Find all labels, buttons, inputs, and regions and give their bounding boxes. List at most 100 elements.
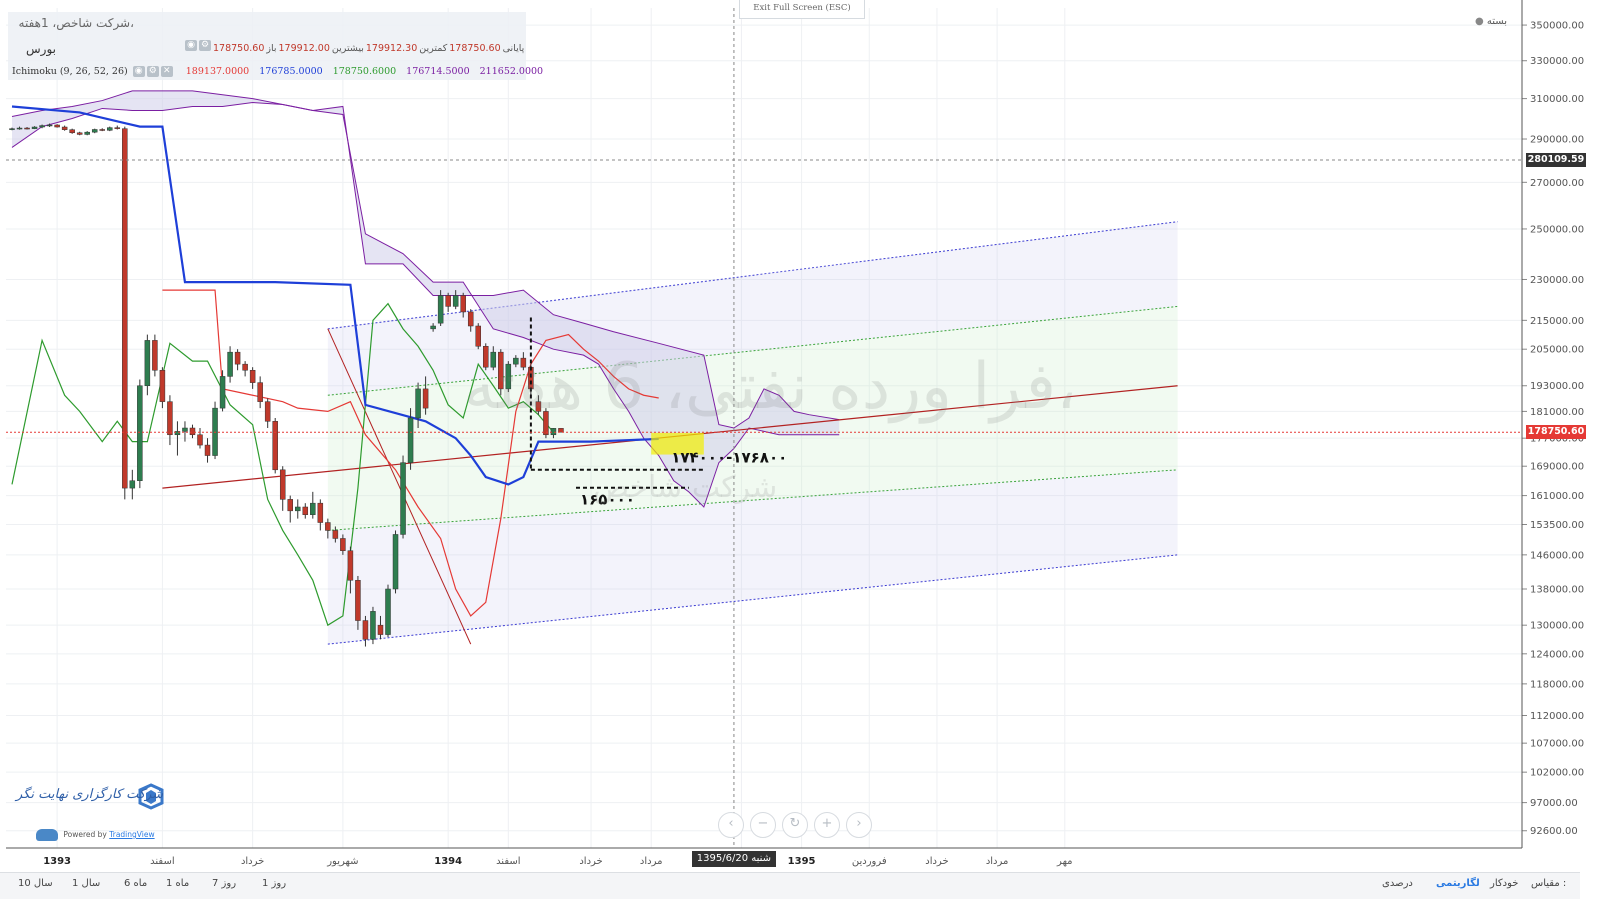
eye-icon[interactable]: ◉ — [132, 66, 145, 77]
bottom-toolbar: 1 روز 7 روز 1 ماه 6 ماه 1 سال 10 سال مقیاس : خو… — [0, 872, 1580, 899]
candle — [483, 343, 489, 371]
y-tick-label: 193000.00 — [1530, 381, 1584, 392]
candle — [212, 401, 218, 460]
candle-body — [370, 611, 376, 640]
reset-button[interactable]: ↻ — [782, 812, 808, 838]
ohlc-label: بیشترین — [331, 43, 364, 54]
candle — [91, 128, 98, 134]
zoom-in-button[interactable]: + — [814, 812, 840, 838]
candle-body — [9, 128, 15, 130]
scroll-right-button[interactable]: › — [846, 812, 872, 838]
tradingview-link[interactable]: TradingView — [109, 830, 154, 839]
candle — [505, 361, 512, 393]
candle-body — [76, 132, 83, 135]
exchange-name: بورس — [26, 42, 56, 56]
candle-body — [84, 131, 90, 135]
candle — [475, 323, 481, 350]
timeframe-button[interactable]: 7 روز — [212, 878, 236, 889]
candle — [400, 455, 406, 539]
candle — [264, 398, 271, 428]
candle-body — [377, 624, 384, 635]
indicator-name: Ichimoku (9, 26, 52, 26) — [12, 66, 128, 77]
target-label: ۱۶۵۰۰۰ — [580, 491, 635, 509]
candle-body — [475, 325, 481, 347]
candle — [234, 349, 241, 371]
gear-icon[interactable]: ⚙ — [199, 40, 211, 51]
timeframe-button[interactable]: 1 سال — [72, 878, 100, 889]
candle-body — [310, 502, 316, 515]
symbol-title: شرکت شاخص، 1هفته، — [18, 16, 134, 30]
candle — [114, 125, 121, 130]
candle-body — [325, 522, 331, 531]
candle — [498, 349, 504, 396]
candle-body — [490, 351, 497, 368]
crosshair-date-label: شنبه 1395/6/20 — [691, 851, 776, 867]
candle-body — [385, 588, 391, 635]
candle-body — [483, 345, 489, 368]
y-tick-label: 161000.00 — [1530, 491, 1584, 502]
candle-body — [242, 363, 248, 371]
candle-body — [400, 462, 406, 535]
x-tick-label: خرداد — [925, 856, 948, 867]
tradingview-cloud-icon — [36, 829, 58, 841]
candle-body — [114, 127, 121, 129]
timeframe-button[interactable]: 1 ماه — [166, 878, 189, 889]
y-tick-label: 250000.00 — [1530, 224, 1584, 235]
x-tick-label: اسفند — [150, 856, 174, 867]
candle-body — [332, 530, 339, 539]
candle-body — [189, 427, 196, 436]
ohlc-label: کمترین — [419, 43, 448, 54]
candle-body — [167, 401, 173, 436]
candle — [107, 126, 113, 132]
indicator-value: 176714.5000 — [406, 66, 470, 77]
candle — [272, 417, 278, 474]
ohlc-label: باز — [266, 43, 277, 54]
chart-navigation: ‹ − ↻ + › — [718, 812, 878, 838]
candle-body — [392, 534, 399, 590]
timeframe-button[interactable]: 1 روز — [262, 878, 286, 889]
candle-body — [302, 506, 309, 515]
candle-body — [249, 369, 256, 383]
candle — [302, 503, 309, 519]
gear-icon[interactable]: ⚙ — [146, 66, 159, 77]
y-tick-label: 146000.00 — [1530, 550, 1584, 561]
price-chart[interactable]: ۱۷۴۰۰۰-۱۷۶۸۰۰ ۱۶۵۰۰۰ 92600.00 97000.00 1020… — [0, 0, 1600, 900]
candle-body — [39, 125, 45, 128]
zoom-out-button[interactable]: − — [750, 812, 776, 838]
ohlc-value: 179912.00 — [278, 43, 330, 54]
candle-body — [279, 469, 286, 500]
scale-option[interactable]: درصدی — [1382, 878, 1413, 889]
broker-name: شرکت کارگزاری نهایت نگر — [16, 787, 164, 802]
candle-body — [460, 295, 466, 313]
close-icon[interactable]: ✕ — [160, 66, 173, 77]
timeframe-button[interactable]: 6 ماه — [124, 878, 147, 889]
y-tick-label: 215000.00 — [1530, 316, 1584, 327]
candle-body — [422, 388, 429, 409]
candle-body — [257, 382, 263, 402]
x-tick-label: 1393 — [43, 856, 71, 867]
candle — [76, 131, 83, 136]
scale-option[interactable]: لگاریتمی — [1436, 878, 1480, 889]
eye-icon[interactable]: ◉ — [185, 40, 197, 51]
candle-body — [415, 388, 421, 419]
candle-body — [287, 499, 293, 512]
indicator-value: 176785.0000 — [259, 66, 323, 77]
x-tick-label: 1394 — [434, 856, 462, 867]
candle — [287, 495, 293, 523]
candle-body — [362, 620, 369, 640]
timeframe-button[interactable]: 10 سال — [18, 878, 53, 889]
candle — [219, 370, 226, 412]
candle-body — [197, 434, 203, 446]
exit-fullscreen-button[interactable]: Exit Full Screen (ESC) — [739, 0, 865, 19]
candle-body — [340, 538, 346, 551]
candle-body — [219, 376, 226, 409]
scale-option[interactable]: خودکار — [1490, 878, 1518, 889]
y-tick-label: 107000.00 — [1530, 739, 1584, 750]
ohlc-values: 178750.60 پایانی178750.60کمترین179912.30ب… — [213, 43, 526, 54]
scroll-left-button[interactable]: ‹ — [718, 812, 744, 838]
powered-by-text: Powered by — [63, 830, 107, 839]
candle — [61, 125, 68, 131]
indicator-value: 178750.6000 — [332, 66, 397, 77]
candle — [84, 131, 90, 136]
candle-body — [550, 428, 557, 436]
